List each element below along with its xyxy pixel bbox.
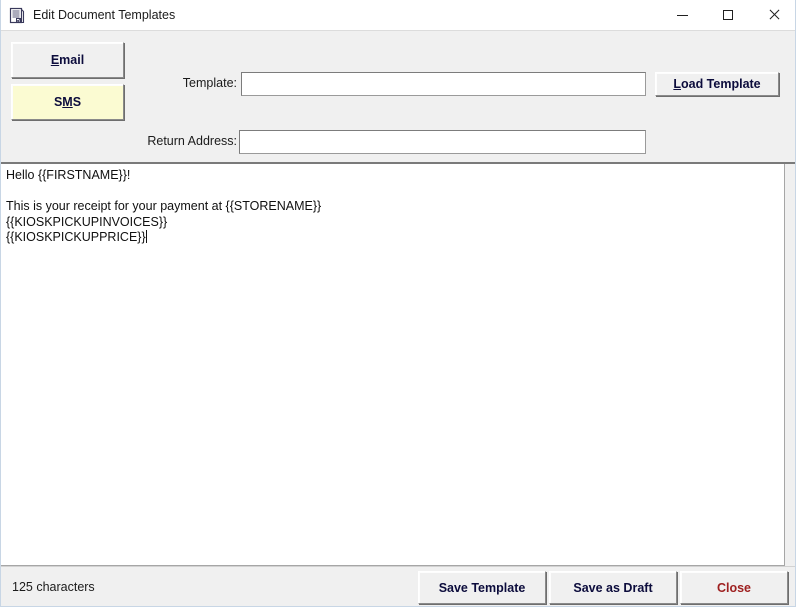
document-template-icon [9,7,26,24]
character-count: 125 characters [12,580,95,594]
sms-channel-label: SMS [53,95,82,109]
save-template-label: Save Template [438,580,526,595]
save-as-draft-label: Save as Draft [573,580,653,595]
load-template-label: Load Template [673,77,761,91]
text-caret [145,230,147,243]
header-panel: Email SMS Template: Return Address: Load… [1,31,795,162]
maximize-button[interactable] [705,0,751,30]
return-address-label: Return Address: [147,134,237,148]
minimize-button[interactable] [659,0,705,30]
template-label: Template: [182,76,237,90]
save-as-draft-button[interactable]: Save as Draft [549,571,677,604]
load-template-button[interactable]: Load Template [655,72,779,96]
minimize-icon [676,14,688,16]
close-button-label: Close [716,580,752,595]
window-title: Edit Document Templates [33,8,176,22]
email-channel-button[interactable]: Email [11,42,124,78]
template-input[interactable] [241,72,646,96]
save-template-button[interactable]: Save Template [418,571,546,604]
editor-right-gutter [785,164,795,566]
maximize-icon [723,10,733,20]
statusbar: 125 characters Save Template Save as Dra… [1,566,795,606]
email-channel-label: Email [50,53,85,67]
edit-document-templates-window: Edit Document Templates Email SMS Templa… [0,0,796,607]
return-address-input[interactable] [239,130,646,154]
close-button[interactable]: Close [680,571,788,604]
template-body-editor[interactable]: Hello {{FIRSTNAME}}! This is your receip… [1,164,785,566]
titlebar: Edit Document Templates [1,0,795,31]
close-icon [768,9,780,21]
template-body-text: Hello {{FIRSTNAME}}! This is your receip… [6,168,322,244]
close-window-button[interactable] [751,0,795,30]
